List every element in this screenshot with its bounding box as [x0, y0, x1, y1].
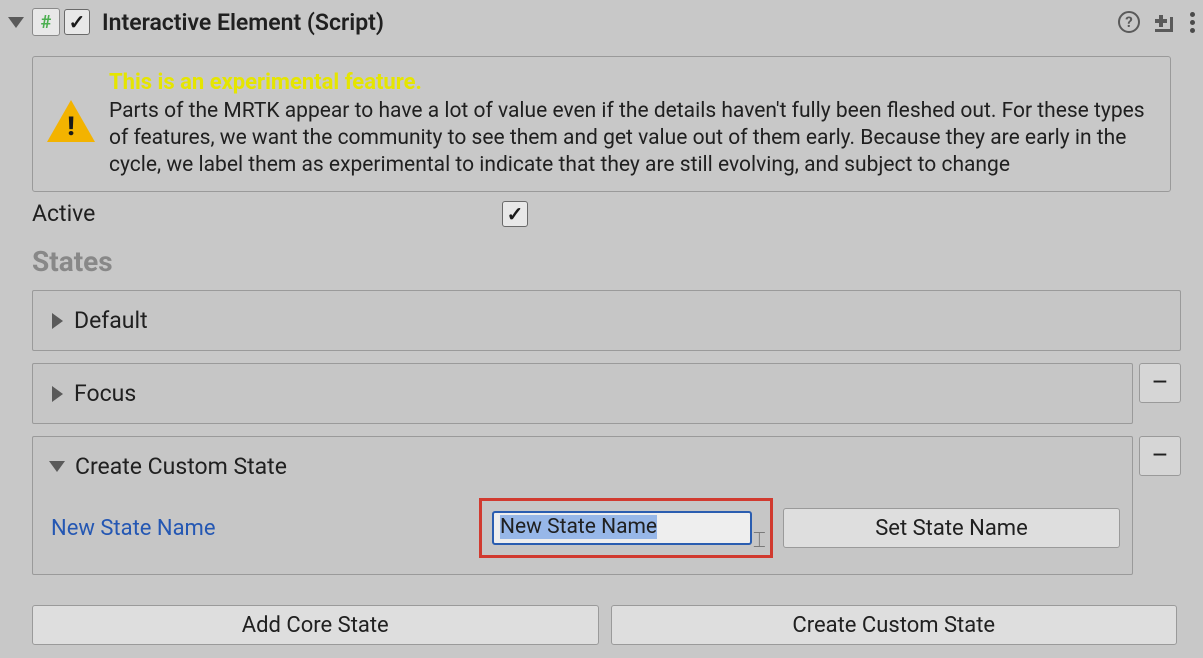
state-row-default: Default [8, 290, 1195, 351]
active-row: Active [8, 198, 1195, 229]
active-label: Active [32, 200, 502, 227]
helpbox-body: Parts of the MRTK appear to have a lot o… [109, 98, 1156, 180]
new-state-name-highlight: New State Name ⌶ [479, 498, 773, 558]
set-state-name-button[interactable]: Set State Name [783, 508, 1120, 548]
new-state-name-input[interactable]: New State Name [492, 511, 752, 545]
active-checkbox[interactable] [502, 201, 528, 227]
new-state-name-value: New State Name [500, 515, 657, 539]
text-cursor-icon: ⌶ [753, 528, 766, 553]
new-state-name-label: New State Name [51, 516, 469, 541]
state-custom-label: Create Custom State [75, 453, 287, 480]
chevron-down-icon[interactable] [49, 461, 65, 472]
component-enable-checkbox[interactable] [64, 9, 90, 35]
component-foldout-arrow[interactable] [8, 17, 24, 28]
experimental-helpbox: This is an experimental feature. Parts o… [32, 56, 1171, 192]
state-custom-header[interactable]: Create Custom State [45, 453, 1120, 480]
component-header: # Interactive Element (Script) ? [0, 0, 1203, 44]
state-row-custom: Create Custom State New State Name New S… [8, 436, 1195, 575]
add-core-state-button[interactable]: Add Core State [32, 605, 599, 645]
script-icon: # [32, 8, 60, 36]
help-icon[interactable]: ? [1118, 11, 1140, 33]
state-default-header[interactable]: Default [45, 307, 1168, 334]
preset-icon[interactable] [1154, 11, 1176, 33]
create-custom-state-button[interactable]: Create Custom State [611, 605, 1178, 645]
context-menu-icon[interactable] [1190, 12, 1195, 33]
chevron-right-icon[interactable] [52, 386, 63, 402]
component-title: Interactive Element (Script) [102, 9, 1114, 36]
state-focus-header[interactable]: Focus [45, 380, 1120, 407]
bottom-button-row: Add Core State Create Custom State [8, 587, 1195, 645]
warning-icon [47, 100, 95, 148]
remove-state-button[interactable]: – [1139, 436, 1181, 476]
state-default-label: Default [74, 307, 148, 334]
remove-state-button[interactable]: – [1139, 363, 1181, 403]
state-row-focus: Focus – [8, 363, 1195, 424]
chevron-right-icon[interactable] [52, 313, 63, 329]
states-heading: States [8, 229, 1195, 290]
helpbox-title: This is an experimental feature. [109, 69, 1156, 98]
state-focus-label: Focus [74, 380, 136, 407]
